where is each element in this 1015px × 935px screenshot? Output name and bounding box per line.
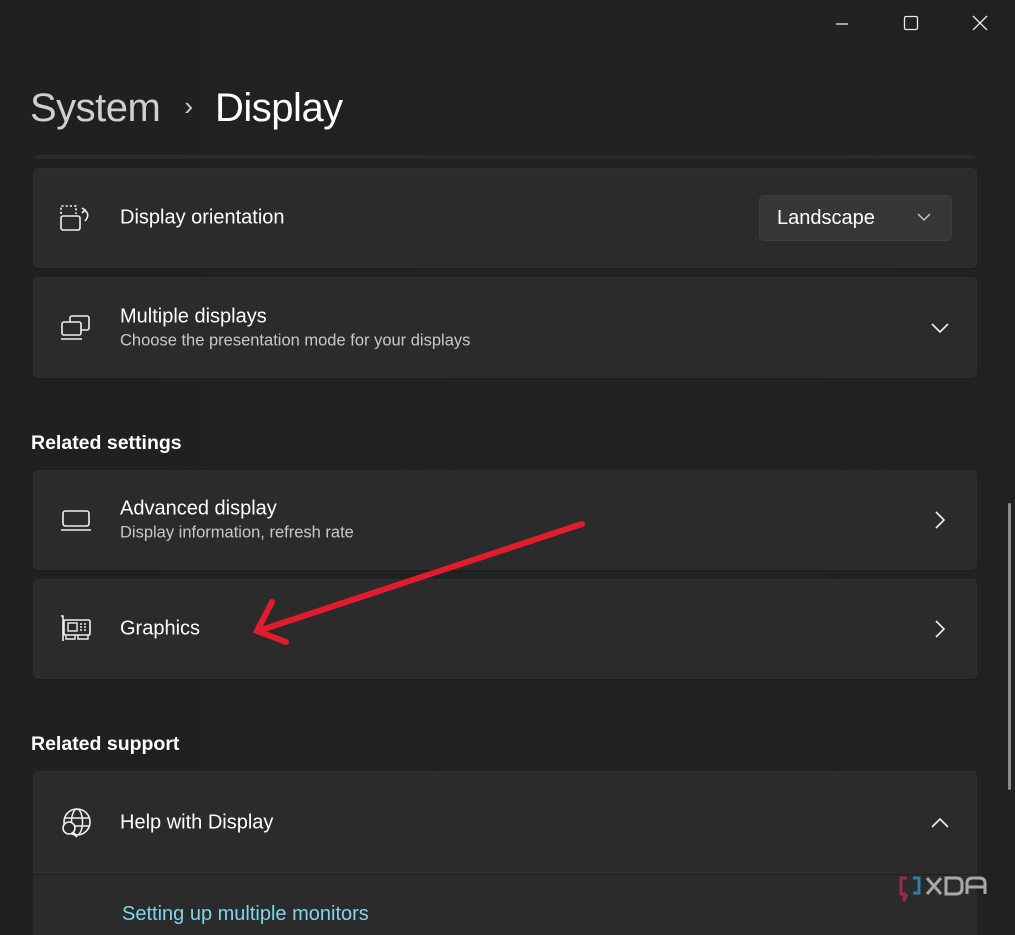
page-title: Display — [215, 86, 343, 130]
orientation-dropdown[interactable]: Landscape — [759, 195, 952, 241]
display-orientation-card: Display orientation Landscape — [33, 168, 977, 268]
multiple-displays-labels: Multiple displays Choose the presentatio… — [120, 304, 470, 351]
expand-multiple-displays-button[interactable] — [930, 318, 950, 338]
close-icon — [972, 15, 988, 31]
help-with-display-title: Help with Display — [120, 811, 274, 833]
multiple-displays-icon — [60, 312, 92, 344]
help-with-display-labels: Help with Display — [120, 810, 273, 835]
maximize-button[interactable] — [876, 0, 946, 46]
chevron-down-icon — [917, 213, 931, 221]
display-rotate-icon — [60, 202, 92, 234]
xda-watermark — [898, 875, 994, 907]
display-orientation-labels: Display orientation — [120, 206, 285, 231]
graphics-card[interactable]: Graphics — [33, 579, 977, 679]
close-button[interactable] — [945, 0, 1015, 46]
advanced-display-title: Advanced display — [120, 497, 277, 520]
graphics-chevron — [930, 619, 950, 639]
graphics-card-icon — [60, 613, 92, 645]
multiple-displays-subtitle: Choose the presentation mode for your di… — [120, 331, 471, 349]
scrollbar-thumb[interactable] — [1008, 503, 1011, 790]
orientation-dropdown-value: Landscape — [777, 207, 875, 229]
xda-logo-icon — [899, 876, 987, 902]
globe-search-icon — [60, 807, 92, 839]
multiple-displays-title: Multiple displays — [120, 305, 267, 327]
chevron-right-icon — [935, 620, 946, 638]
advanced-display-chevron — [930, 510, 950, 530]
display-orientation-title: Display orientation — [120, 206, 285, 229]
related-support-heading: Related support — [31, 733, 180, 755]
help-with-display-card[interactable]: Help with Display — [33, 771, 977, 874]
chevron-right-icon — [935, 511, 946, 529]
minimize-icon — [836, 23, 848, 25]
breadcrumb-system[interactable]: System — [30, 86, 161, 131]
breadcrumb-separator: › — [184, 91, 194, 121]
collapse-help-button[interactable] — [930, 813, 950, 833]
graphics-title: Graphics — [120, 617, 201, 640]
setting-up-multiple-monitors-link[interactable]: Setting up multiple monitors — [122, 903, 369, 926]
chevron-up-icon — [931, 817, 949, 828]
multiple-displays-card[interactable]: Multiple displays Choose the presentatio… — [33, 277, 977, 378]
advanced-display-subtitle: Display information, refresh rate — [120, 523, 354, 542]
graphics-labels: Graphics — [120, 617, 200, 642]
laptop-icon — [60, 504, 92, 536]
advanced-display-labels: Advanced display Display information, re… — [120, 497, 354, 544]
clipped-card-edge — [34, 155, 976, 159]
breadcrumb: System › Display — [30, 86, 343, 131]
chevron-down-icon — [931, 322, 949, 333]
related-settings-heading: Related settings — [31, 432, 182, 454]
minimize-button[interactable] — [807, 0, 877, 46]
maximize-icon — [903, 15, 919, 31]
advanced-display-card[interactable]: Advanced display Display information, re… — [33, 470, 977, 570]
